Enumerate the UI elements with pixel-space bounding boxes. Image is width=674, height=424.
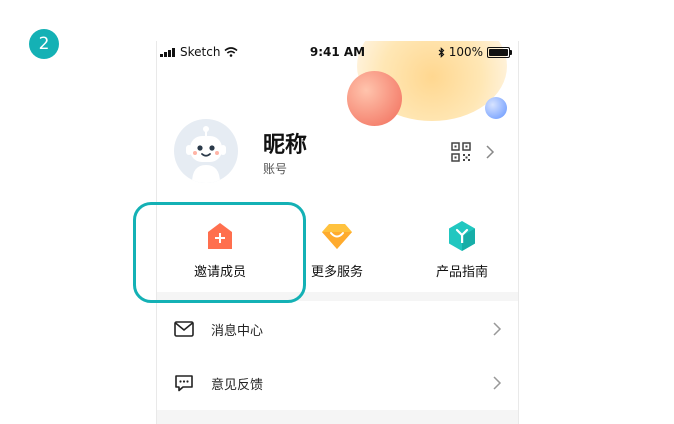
battery-icon — [487, 46, 512, 58]
section-divider — [157, 410, 518, 424]
decorative-blue-circle — [485, 97, 507, 119]
menu-item-label: 消息中心 — [211, 324, 264, 339]
battery-percent: 100% — [448, 45, 483, 59]
chevron-right-icon — [493, 322, 502, 336]
profile-chevron-right-icon[interactable] — [485, 145, 495, 159]
menu-item-label: 意见反馈 — [211, 378, 264, 393]
menu-item-feedback[interactable]: 意见反馈 — [157, 356, 518, 410]
menu-item-message-center[interactable]: 消息中心 — [157, 302, 518, 356]
profile-nickname: 昵称 — [263, 133, 308, 158]
status-bar: Sketch 9:41 AM 100% — [157, 41, 518, 61]
action-label: 产品指南 — [435, 265, 488, 280]
chevron-right-icon — [493, 376, 502, 390]
step-number-badge: 2 — [29, 29, 59, 59]
bluetooth-icon — [438, 46, 445, 58]
guide-cube-icon — [449, 221, 475, 251]
qr-code-icon[interactable] — [451, 142, 471, 162]
status-right: 100% — [438, 45, 512, 59]
profile-account: 账号 — [263, 162, 288, 176]
chat-bubble-icon — [175, 375, 193, 392]
action-product-guide[interactable]: 产品指南 — [402, 206, 518, 296]
decorative-red-circle — [347, 71, 402, 126]
invite-member-highlight — [133, 202, 306, 303]
envelope-icon — [174, 321, 194, 337]
diamond-icon — [322, 224, 352, 249]
robot-avatar-icon — [186, 126, 226, 183]
avatar[interactable] — [174, 119, 238, 183]
